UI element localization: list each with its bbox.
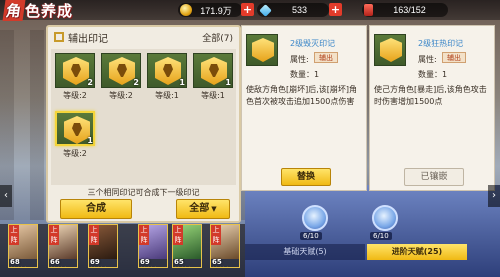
mark-panel-header: 辅出印记 全部(7) (48, 27, 239, 47)
arrow-left-icon[interactable]: ‹ (0, 185, 12, 207)
mark-quantity: 数量：1 (418, 70, 448, 79)
chevron-down-icon: ▼ (211, 205, 217, 213)
tab-basic-talent[interactable]: 基础天赋(5) (245, 244, 365, 260)
gold-value: 171.9万 (200, 5, 232, 16)
hero-stars: ★★★★★ (139, 266, 167, 267)
hero-portrait[interactable]: 上阵 66 ★★★★★ (48, 224, 78, 268)
mark-panel-title: 辅出印记 (68, 33, 108, 45)
mark-grid: 2 等级:2 2 等级:2 1 等级:1 1 等级:1 1 等级:2 (51, 49, 236, 185)
mark-item-selected[interactable]: 1 等级:2 (55, 111, 95, 159)
hero-stars: ★★★★★ (173, 266, 201, 267)
stamina-value: 163/152 (393, 5, 426, 15)
hero-stars: ★★★★★ (49, 266, 77, 267)
stamina-counter: 163/152 (362, 3, 448, 17)
mark-detail-card: 2级狂热印记 属性: 辅出 数量：1 使己方角色[暴走]后,该角色攻击时伤害增加… (369, 25, 495, 191)
mark-item[interactable]: 2 等级:2 (101, 53, 141, 101)
hero-level: 69 (140, 258, 150, 266)
stamina-icon (364, 4, 373, 16)
gold-counter: 171.9万 (178, 3, 242, 17)
combine-tip: 三个相同印记可合成下一级印记 (87, 188, 200, 197)
mark-emblem-icon (155, 57, 181, 85)
mark-name: 2级狂热印记 (418, 39, 464, 48)
mark-item[interactable]: 1 等级:1 (147, 53, 187, 101)
mark-item[interactable]: 2 等级:2 (55, 53, 95, 101)
add-gold-button[interactable]: + (241, 3, 254, 16)
gem-value: 533 (291, 5, 308, 15)
replace-button[interactable]: 替换 (281, 168, 331, 186)
tab-advanced-talent[interactable]: 进阶天赋(25) (367, 244, 467, 260)
mark-level: 等级:2 (63, 91, 87, 100)
deploy-tag: 上阵 (9, 225, 19, 245)
talent-node-icon[interactable] (302, 205, 328, 231)
frenzy-emblem-icon (109, 57, 135, 85)
hero-stars: ★★★★★ (211, 266, 239, 267)
mark-count-badge: 1 (179, 78, 185, 87)
hero-portrait[interactable]: 上阵 68 ★★★★★ (8, 224, 38, 268)
attr-badge: 辅出 (442, 52, 466, 63)
hero-stars: ★★★★★ (9, 266, 37, 267)
destruction-emblem-icon (252, 38, 274, 62)
hero-level: 68 (10, 258, 20, 266)
hero-portrait[interactable]: 上阵 69 ★★★★★ (138, 224, 168, 268)
mark-count-badge: 1 (225, 78, 231, 87)
page-title-rest: 色养成 (25, 1, 74, 20)
frame-icon (54, 32, 64, 42)
gem-counter: 533 (257, 3, 329, 17)
talent-node-icon[interactable] (372, 205, 398, 231)
mark-count-badge: 2 (87, 78, 93, 87)
deploy-tag: 上阵 (139, 225, 149, 245)
mark-level: 等级:1 (201, 91, 225, 100)
mark-thumbnail (246, 34, 278, 66)
talent-background (245, 185, 500, 277)
hero-level: 65 (174, 258, 184, 266)
mark-quantity: 数量：1 (290, 70, 320, 79)
mark-name: 2级毁灭印记 (290, 39, 336, 48)
deploy-tag: 上阵 (49, 225, 59, 245)
hero-stars: ★★★★★ (89, 266, 117, 267)
mark-detail-card: 2级毁灭印记 属性: 辅出 数量：1 使敌方角色[崩坏]后,该[崩坏]角色首次被… (241, 25, 367, 191)
gold-coin-icon (180, 4, 192, 16)
mark-level: 等级:2 (63, 149, 87, 158)
destruction-emblem-icon (63, 57, 89, 85)
page-title: 角 色养成 (2, 0, 74, 21)
deploy-tag: 上阵 (89, 225, 99, 245)
frenzy-emblem-icon (380, 38, 402, 62)
talent-node-count: 6/10 (300, 232, 322, 240)
mark-thumbnail (374, 34, 406, 66)
deploy-tag: 上阵 (211, 225, 221, 245)
filter-label: 全部 (189, 203, 210, 214)
page-title-first: 角 (2, 0, 26, 21)
hero-level: 66 (50, 258, 60, 266)
mark-emblem-icon (201, 57, 227, 85)
filter-dropdown[interactable]: 全部 ▼ (176, 199, 230, 219)
gem-icon (259, 3, 272, 17)
attr-label: 属性: (290, 55, 309, 64)
hero-level: 65 (212, 258, 222, 266)
top-bar: 角 色养成 171.9万 + 533 + 163/152 (0, 0, 500, 21)
mark-count-badge: 2 (133, 78, 139, 87)
attr-badge: 辅出 (314, 52, 338, 63)
mark-description: 使己方角色[暴走]后,该角色攻击时伤害增加1500点 (374, 85, 487, 106)
equipped-button[interactable]: 已镶嵌 (404, 168, 464, 186)
hero-portrait[interactable]: 上阵 65 ★★★★★ (210, 224, 240, 268)
arrow-right-icon[interactable]: › (488, 185, 500, 207)
mark-count-badge: 1 (87, 136, 93, 145)
talent-node-count: 6/10 (370, 232, 392, 240)
hero-portrait[interactable]: 上阵 65 ★★★★★ (172, 224, 202, 268)
mark-description: 使敌方角色[崩坏]后,该[崩坏]角色首次被攻击追加1500点伤害 (246, 85, 358, 106)
combine-button[interactable]: 合成 (60, 199, 132, 219)
mark-level: 等级:1 (155, 91, 179, 100)
hero-portrait[interactable]: 上阵 69 ★★★★★ (88, 224, 118, 268)
attr-label: 属性: (418, 55, 437, 64)
deploy-tag: 上阵 (173, 225, 183, 245)
mark-count: 全部(7) (202, 33, 233, 44)
mark-level: 等级:2 (109, 91, 133, 100)
hero-level: 69 (90, 258, 100, 266)
add-gem-button[interactable]: + (329, 3, 342, 16)
mark-item[interactable]: 1 等级:1 (193, 53, 233, 101)
mark-panel: 辅出印记 全部(7) 2 等级:2 2 等级:2 1 等级:1 1 等级:1 1… (46, 25, 241, 223)
